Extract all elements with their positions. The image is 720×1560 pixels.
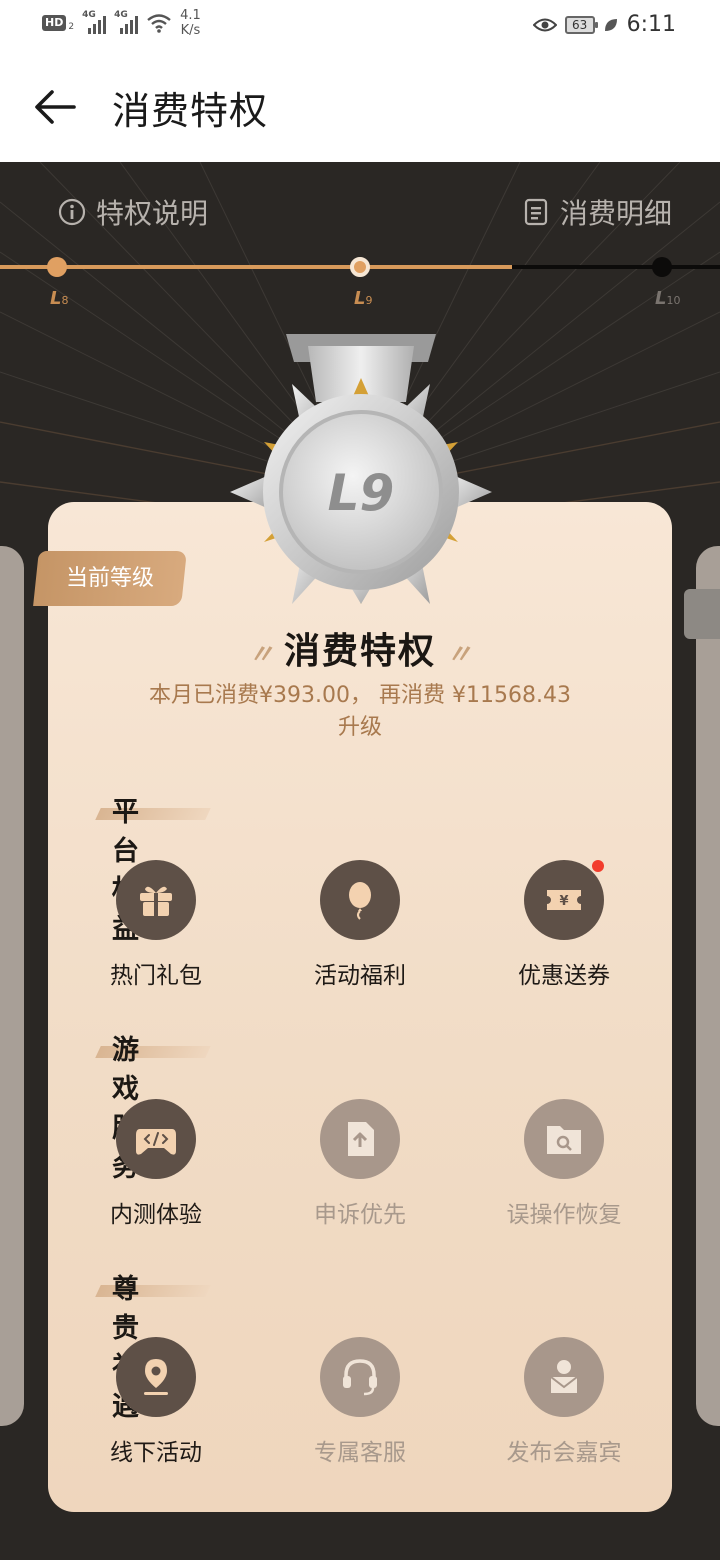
benefit-label: 内测体验 [110,1202,202,1228]
consumption-detail-label: 消费明细 [559,197,672,230]
benefit-exclusive-service[interactable]: 专属客服 [275,1337,445,1467]
speed-unit: K/s [180,23,201,38]
battery-icon: 63 [564,15,598,34]
speed-value: 4.1 [180,8,201,23]
benefit-label: 线下活动 [110,1440,202,1466]
benefit-label: 优惠送券 [518,963,610,989]
level-letter: L [354,288,366,309]
current-level-card: 〃消费特权〃 本月已消费¥393.00， 再消费 ¥11568.43 升级 平台… [48,502,672,1512]
spending-text: 本月已消费¥393.00， 再消费 ¥11568.43 [149,683,571,708]
level-number: 8 [61,294,69,307]
vip-guest-icon [524,1337,604,1417]
privilege-hero: 特权说明 消费明细 L8 L9 L10 〃消费特权〃 本月已消费¥393.00，… [0,162,720,1560]
wifi-icon [147,14,171,33]
app-bar: 消费特权 [0,52,720,162]
gamepad-code-icon [116,1099,196,1179]
status-right: 63 6:11 [532,12,676,37]
privilege-info-link[interactable]: 特权说明 [58,192,208,232]
level-label-l9: L9 [354,288,372,309]
benefit-launch-guest[interactable]: 发布会嘉宾 [479,1337,649,1467]
coupon-icon: ¥ [524,860,604,940]
current-level-badge-label: 当前等级 [66,566,155,591]
benefit-offline-event[interactable]: 线下活动 [71,1337,241,1467]
level-letter: L [655,288,667,309]
previous-level-card[interactable] [0,546,24,1426]
power-saving-leaf-icon [604,18,617,31]
level-progress-done [0,265,512,269]
status-left: HD 2 4G 4G 4.1 K/s [42,8,201,38]
eye-comfort-icon [532,18,557,31]
level-letter: L [50,288,62,309]
balloon-icon [320,860,400,940]
next-level-card[interactable] [696,546,720,1426]
title-quote-open: 〃 [247,640,274,670]
benefit-label: 申诉优先 [314,1202,406,1228]
benefit-coupon[interactable]: ¥ 优惠送券 [479,860,649,990]
benefit-label: 误操作恢复 [506,1202,622,1228]
gift-icon [116,860,196,940]
upgrade-text: 升级 [337,715,382,740]
benefit-appeal-priority[interactable]: 申诉优先 [275,1099,445,1229]
benefit-label: 热门礼包 [110,963,202,989]
benefit-label: 发布会嘉宾 [506,1440,622,1466]
benefit-label: 专属客服 [314,1440,406,1466]
level-medal-icon: L9 [230,334,492,604]
benefit-hot-gift[interactable]: 热门礼包 [71,860,241,990]
level-progress-remaining [512,265,720,269]
headset-icon [320,1337,400,1417]
notification-dot [592,860,604,872]
level-label-l8: L8 [50,288,68,309]
level-number: 9 [365,294,373,307]
level-number: 10 [666,294,681,307]
info-icon [58,198,86,226]
page-title: 消费特权 [112,89,269,133]
level-node-l8 [47,257,67,277]
level-label-l10: L10 [655,288,680,309]
network-speed: 4.1 K/s [180,8,201,38]
status-time: 6:11 [626,12,676,37]
network-type-label-2: 4G [114,10,128,20]
benefit-misoperation-recovery[interactable]: 误操作恢复 [479,1099,649,1229]
card-title: 消费特权 [283,631,436,672]
current-level-badge: 当前等级 [33,551,187,606]
status-bar: HD 2 4G 4G 4.1 K/s 63 6:11 [0,0,720,52]
network-type-label: 4G [82,10,96,20]
consumption-detail-link[interactable]: 消费明细 [522,192,672,232]
document-list-icon [524,198,548,226]
hd-voice-icon: HD [42,15,67,31]
svg-text:¥: ¥ [559,894,568,909]
level-node-l9-current [350,257,370,277]
benefit-label: 活动福利 [314,963,406,989]
signal-icon-2: 4G [114,10,139,34]
next-level-badge [684,589,720,639]
benefit-activity-welfare[interactable]: 活动福利 [275,860,445,990]
sim-number: 2 [68,22,75,32]
title-quote-close: 〃 [446,640,473,670]
benefit-beta-test[interactable]: 内测体验 [71,1099,241,1229]
card-title-row: 〃消费特权〃 [48,622,672,674]
location-pin-icon [116,1337,196,1417]
medal-level-text: L9 [328,464,395,522]
privilege-info-label: 特权说明 [96,197,209,230]
folder-search-icon [524,1099,604,1179]
upgrade-info: 本月已消费¥393.00， 再消费 ¥11568.43 升级 [78,680,642,744]
level-node-l10 [652,257,672,277]
back-arrow-icon[interactable] [30,82,80,132]
signal-icon: 4G [82,10,107,34]
upload-document-icon [320,1099,400,1179]
